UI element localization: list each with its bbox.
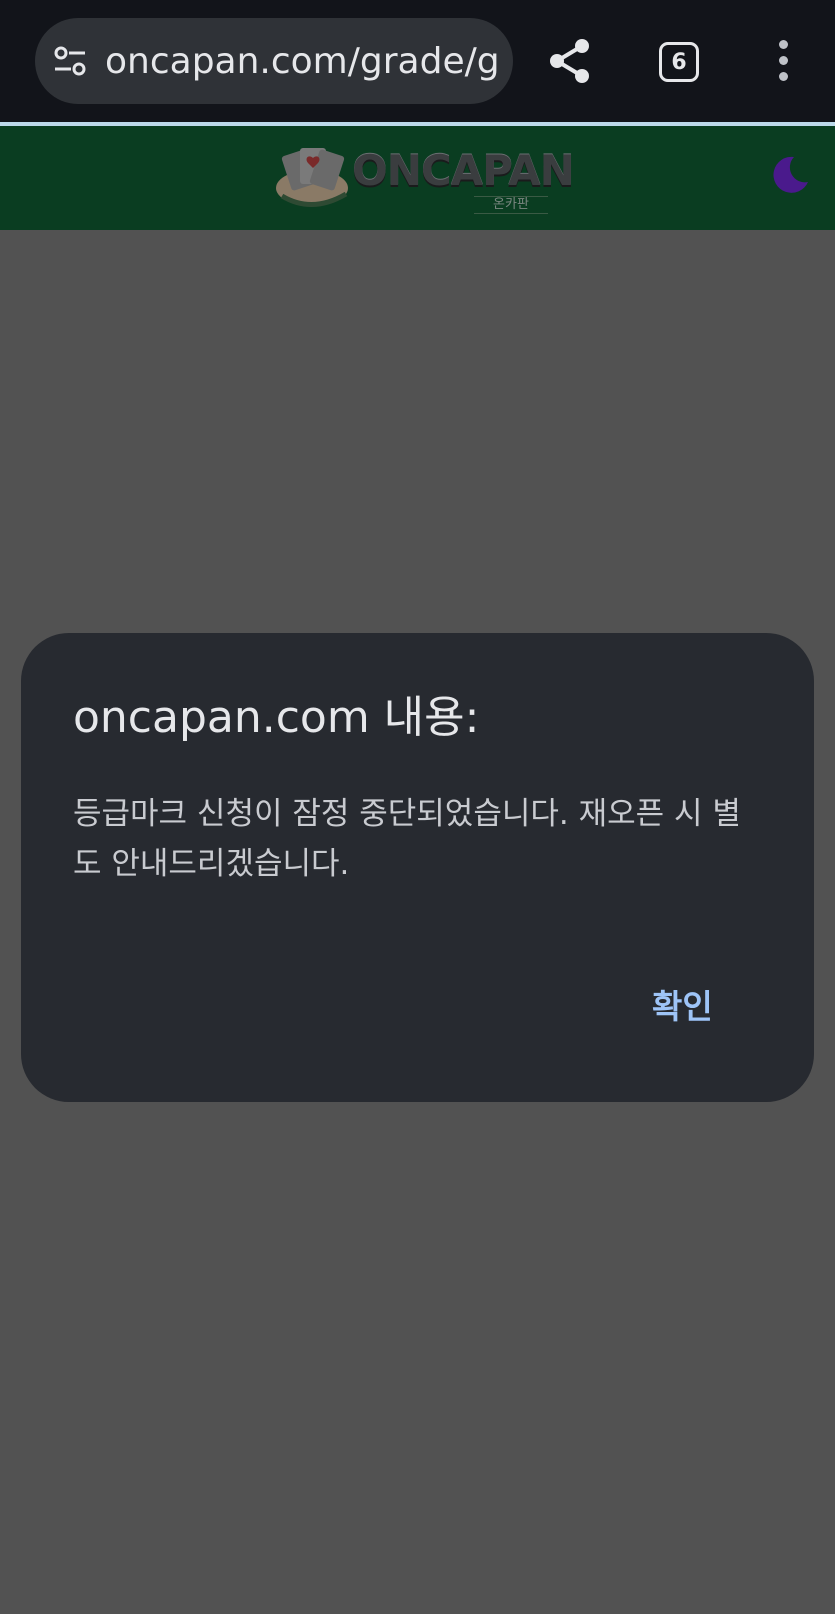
site-logo[interactable]: ONCAPAN 온카판 — [274, 144, 575, 214]
dialog-message: 등급마크 신청이 잠정 중단되었습니다. 재오픈 시 별도 안내드리겠습니다. — [73, 796, 741, 882]
address-bar[interactable]: oncapan.com/grade/g — [35, 18, 513, 104]
moon-icon[interactable] — [768, 154, 810, 196]
logo-subtext: 온카판 — [474, 196, 548, 214]
alert-dialog: oncapan.com 내용: 등급마크 신청이 잠정 중단되었습니다. 재오픈… — [21, 633, 814, 1102]
tab-count: 6 — [671, 49, 687, 75]
browser-toolbar: oncapan.com/grade/g 6 — [0, 0, 835, 122]
site-header: ONCAPAN 온카판 — [0, 126, 835, 230]
more-vert-icon[interactable] — [776, 40, 790, 82]
dialog-title: oncapan.com 내용: — [73, 692, 480, 743]
tab-switcher-icon[interactable]: 6 — [659, 42, 699, 82]
share-icon[interactable] — [548, 38, 592, 84]
playing-cards-icon — [276, 148, 348, 207]
tune-icon[interactable] — [53, 44, 87, 78]
confirm-button[interactable]: 확인 — [638, 983, 727, 1031]
url-text[interactable]: oncapan.com/grade/g — [105, 41, 500, 82]
logo-text: ONCAPAN — [352, 146, 575, 195]
